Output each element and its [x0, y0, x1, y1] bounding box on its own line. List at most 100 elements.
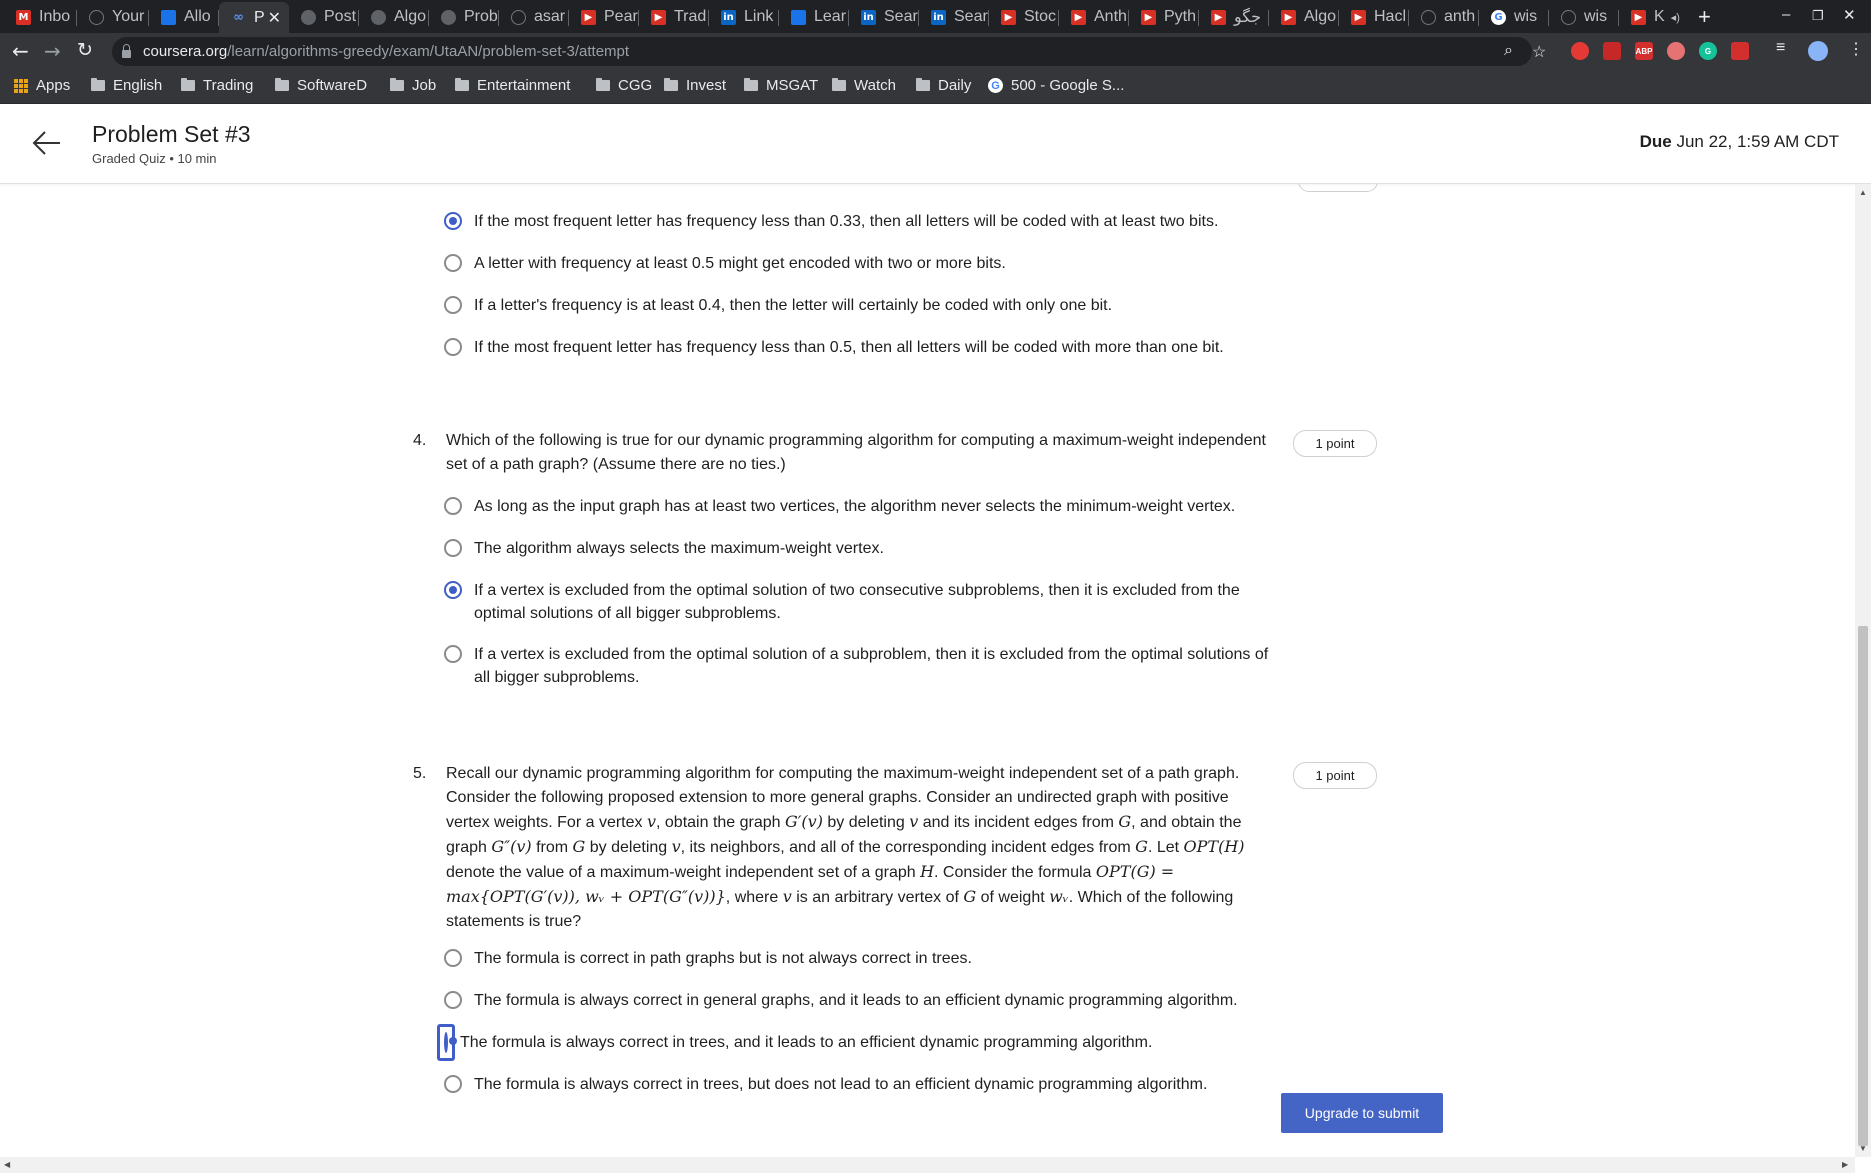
scroll-left-icon[interactable]: ◀ [4, 1160, 10, 1169]
tab-coursera-active[interactable]: ∞ P ✕ [219, 2, 289, 33]
tab-gmail[interactable]: M Inbo [4, 3, 77, 31]
scroll-right-icon[interactable]: ▶ [1842, 1160, 1848, 1169]
tab-trad[interactable]: ▶ Trad [639, 3, 709, 31]
q5-option-3[interactable]: The formula is always correct in trees, … [437, 1024, 1284, 1061]
q5-option-1[interactable]: The formula is correct in path graphs bu… [444, 947, 1284, 970]
bookmark-softwared[interactable]: SoftwareD [275, 77, 367, 94]
radio[interactable] [444, 645, 462, 663]
bookmark-entertainment[interactable]: Entertainment [455, 77, 570, 94]
reload-icon[interactable]: ↻ [77, 39, 93, 61]
q4-option-4[interactable]: If a vertex is excluded from the optimal… [444, 643, 1284, 689]
points-badge: 1 point [1293, 430, 1377, 457]
q3-option-4[interactable]: If the most frequent letter has frequenc… [444, 336, 1284, 359]
app-icon [791, 9, 806, 25]
q3-option-3[interactable]: If a letter's frequency is at least 0.4,… [444, 294, 1284, 317]
bookmark-apps[interactable]: Apps [14, 77, 70, 94]
radio[interactable] [444, 296, 462, 314]
scrollbar-thumb[interactable] [1858, 626, 1868, 1146]
radio[interactable] [444, 338, 462, 356]
radio[interactable] [444, 1075, 462, 1093]
youtube-icon: ▶ [1281, 9, 1296, 25]
avatar[interactable] [1808, 41, 1828, 61]
tab-github[interactable]: Your [77, 3, 149, 31]
restore-icon[interactable]: ❐ [1812, 8, 1824, 24]
scroll-down-icon[interactable]: ▼ [1859, 1144, 1867, 1153]
new-tab-button[interactable]: + [1698, 4, 1711, 30]
tab-hacl[interactable]: ▶ Hacl [1339, 3, 1409, 31]
scroll-up-icon[interactable]: ▲ [1859, 188, 1867, 197]
bookmark-invest[interactable]: Invest [664, 77, 726, 94]
radio[interactable] [444, 949, 462, 967]
tab-k[interactable]: ▶ K ◂) [1619, 3, 1689, 31]
menu-icon[interactable]: ⋮ [1848, 39, 1864, 59]
bookmark-msgat[interactable]: MSGAT [744, 77, 818, 94]
q3-option-2[interactable]: A letter with frequency at least 0.5 mig… [444, 252, 1284, 275]
media-queue-icon[interactable]: ≡ [1776, 39, 1785, 57]
extension-icon[interactable] [1731, 42, 1749, 60]
tab-algo[interactable]: Algo [359, 3, 429, 31]
zoom-icon[interactable]: ⌕ [1504, 42, 1513, 60]
tab-wis-2[interactable]: wis [1549, 3, 1619, 31]
extension-icon[interactable] [1603, 42, 1621, 60]
tab-anth[interactable]: ▶ Anth [1059, 3, 1129, 31]
tab-allo[interactable]: Allo [149, 3, 219, 31]
radio[interactable] [444, 497, 462, 515]
quiz-header: Problem Set #3 Graded Quiz • 10 min Due … [0, 104, 1871, 184]
q5-option-4[interactable]: The formula is always correct in trees, … [444, 1073, 1284, 1096]
shield-icon[interactable] [1667, 42, 1685, 60]
tab-stoc[interactable]: ▶ Stoc [989, 3, 1059, 31]
tab-link[interactable]: in Link [709, 3, 779, 31]
adblock-icon[interactable]: ABP [1635, 42, 1653, 60]
tab-anth-2[interactable]: anth [1409, 3, 1479, 31]
radio[interactable] [444, 254, 462, 272]
bookmark-english[interactable]: English [91, 77, 162, 94]
radio[interactable] [444, 991, 462, 1009]
back-icon[interactable]: ← [12, 39, 29, 63]
tab-lear[interactable]: Lear [779, 3, 849, 31]
bookmark-cgg[interactable]: CGG [596, 77, 652, 94]
bookmark-job[interactable]: Job [390, 77, 436, 94]
github-icon [1561, 9, 1576, 25]
google-icon: G [988, 78, 1003, 93]
extension-icon[interactable] [1571, 42, 1589, 60]
tab-pear[interactable]: ▶ Pear [569, 3, 639, 31]
radio-selected[interactable] [444, 581, 462, 599]
tab-pyth[interactable]: ▶ Pyth [1129, 3, 1199, 31]
folder-icon [275, 78, 289, 91]
tab-asar[interactable]: asar [499, 3, 569, 31]
minimize-icon[interactable]: ‒ [1782, 6, 1790, 23]
close-icon[interactable]: ✕ [268, 8, 281, 28]
q3-option-1[interactable]: If the most frequent letter has frequenc… [444, 210, 1284, 233]
user-icon [441, 9, 456, 25]
upgrade-to-submit-button[interactable]: Upgrade to submit [1281, 1093, 1443, 1133]
tab-persian[interactable]: ▶ جگو [1199, 3, 1269, 31]
bookmark-watch[interactable]: Watch [832, 77, 896, 94]
tab-prob[interactable]: Prob [429, 3, 499, 31]
tab-algo-2[interactable]: ▶ Algo [1269, 3, 1339, 31]
radio-selected[interactable] [444, 1032, 448, 1053]
bookmark-star-icon[interactable]: ☆ [1532, 42, 1546, 62]
vertical-scrollbar[interactable]: ▲ ▼ [1855, 184, 1871, 1157]
q4-option-1[interactable]: As long as the input graph has at least … [444, 495, 1284, 518]
bookmark-google-sheet[interactable]: G 500 - Google S... [988, 77, 1124, 94]
q5-option-2[interactable]: The formula is always correct in general… [444, 989, 1284, 1012]
tab-wis[interactable]: Gwis [1479, 3, 1549, 31]
radio[interactable] [444, 539, 462, 557]
q4-option-3[interactable]: If a vertex is excluded from the optimal… [444, 579, 1284, 625]
horizontal-scrollbar[interactable]: ◀ ▶ [0, 1157, 1855, 1173]
youtube-icon: ▶ [1631, 9, 1646, 25]
folder-icon [390, 78, 404, 91]
bookmark-trading[interactable]: Trading [181, 77, 253, 94]
bookmark-daily[interactable]: Daily [916, 77, 971, 94]
grammarly-icon[interactable]: G [1699, 42, 1717, 60]
radio-selected[interactable] [444, 212, 462, 230]
youtube-icon: ▶ [1141, 9, 1156, 25]
window-close-icon[interactable]: ✕ [1843, 6, 1856, 24]
tab-sear-1[interactable]: in Sear [849, 3, 919, 31]
tab-sear-2[interactable]: in Sear [919, 3, 989, 31]
back-arrow-icon[interactable] [30, 126, 64, 160]
tab-post[interactable]: Post [289, 3, 359, 31]
forward-icon[interactable]: → [44, 39, 61, 63]
q4-option-2[interactable]: The algorithm always selects the maximum… [444, 537, 1284, 560]
address-bar[interactable]: coursera.org/learn/algorithms-greedy/exa… [112, 37, 1546, 66]
